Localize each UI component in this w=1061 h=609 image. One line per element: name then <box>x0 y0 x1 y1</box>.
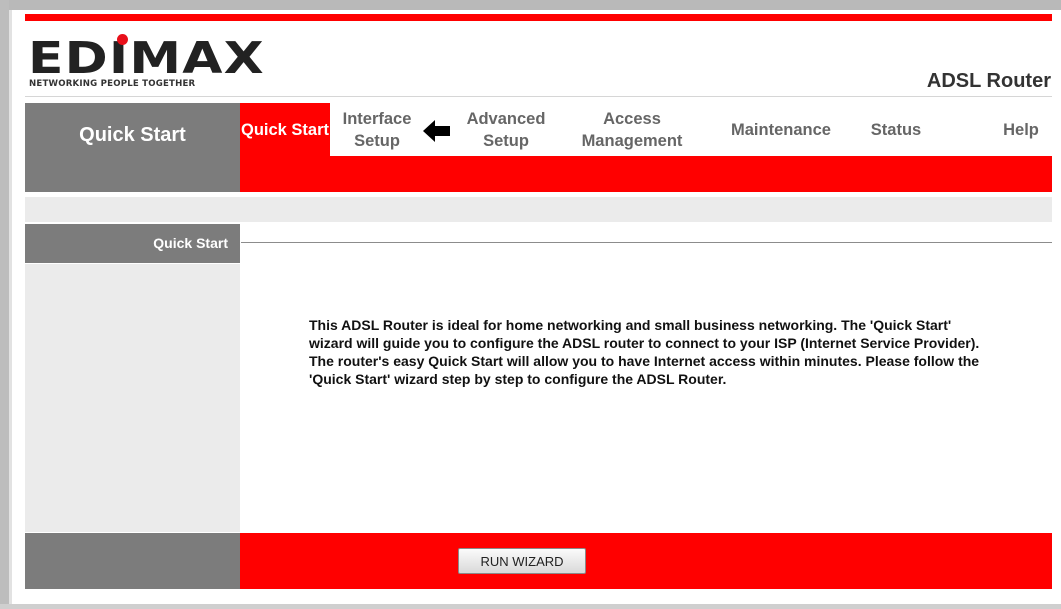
section-divider <box>241 242 1052 243</box>
tab-advanced-setup[interactable]: Advanced Setup <box>454 103 558 156</box>
window-frame-bottom <box>0 604 1061 609</box>
section-title: Quick Start <box>153 235 228 251</box>
tab-help[interactable]: Help <box>990 103 1052 156</box>
nav-section-panel: Quick Start <box>25 103 240 192</box>
left-panel <box>25 264 240 532</box>
tab-maintenance[interactable]: Maintenance <box>714 103 848 156</box>
window-frame-top <box>0 0 1061 10</box>
tab-interface-setup[interactable]: Interface Setup <box>333 103 421 156</box>
tab-quick-start[interactable]: Quick Start <box>240 103 330 156</box>
product-name: ADSL Router <box>926 70 1051 92</box>
tab-access-management[interactable]: Access Management <box>567 103 697 156</box>
window-frame-left-inner <box>9 10 12 609</box>
window-frame-left <box>0 0 9 609</box>
spacer-band <box>25 197 1052 222</box>
footer-left-panel <box>25 533 240 589</box>
main-nav: Quick Start Interface Setup Advanced Set… <box>240 103 1052 156</box>
header-accent-bar <box>25 14 1052 21</box>
run-wizard-button[interactable]: RUN WIZARD <box>458 548 586 574</box>
edimax-logo: EDIMAX NETWORKING PEOPLE TOGETHER <box>28 34 264 94</box>
footer-action-bar <box>240 533 1052 589</box>
logo-text: EDIMAX <box>28 33 265 84</box>
nav-section-title: Quick Start <box>79 124 186 146</box>
logo-tagline: NETWORKING PEOPLE TOGETHER <box>29 79 196 89</box>
section-header: Quick Start <box>25 224 240 263</box>
tab-status[interactable]: Status <box>860 103 932 156</box>
quick-start-description: This ADSL Router is ideal for home netwo… <box>309 317 980 387</box>
left-arrow-icon <box>423 120 450 142</box>
subnav-bar <box>240 156 1052 192</box>
logo-dot <box>117 34 128 45</box>
header-divider <box>25 96 1052 97</box>
